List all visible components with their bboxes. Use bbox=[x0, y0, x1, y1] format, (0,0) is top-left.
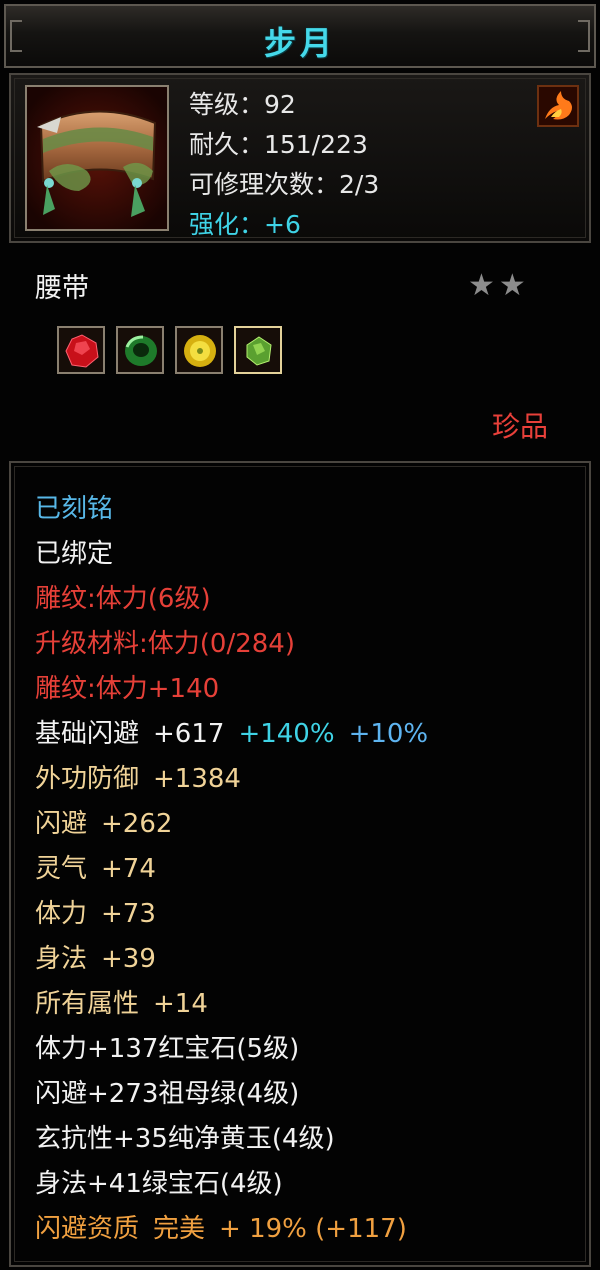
gem-stat-line: 身法+41绿宝石(4级) bbox=[35, 1169, 283, 1199]
base-dodge-line: 基础闪避 +617 +140% +10% bbox=[35, 712, 428, 757]
item-type-label: 腰带 bbox=[35, 273, 89, 304]
item-header-panel: 等级：92 耐久：151/223 可修理次数：2/3 强化：+6 bbox=[9, 73, 591, 243]
attribute-value: +73 bbox=[101, 899, 156, 929]
belt-icon bbox=[25, 85, 169, 231]
star-rating: ★★ bbox=[468, 268, 530, 303]
attribute-label: 体力 bbox=[35, 899, 88, 929]
attribute-value: +39 bbox=[101, 944, 156, 974]
attribute-value: +262 bbox=[101, 809, 173, 839]
attribute-value: +14 bbox=[153, 989, 208, 1019]
aptitude-label: 闪避资质 bbox=[35, 1214, 140, 1244]
header-stats: 等级：92 耐久：151/223 可修理次数：2/3 强化：+6 bbox=[189, 85, 379, 245]
repair-count-stat: 可修理次数：2/3 bbox=[189, 170, 380, 199]
gem-stat-line: 体力+137红宝石(5级) bbox=[35, 1034, 300, 1064]
rarity-label: 珍品 bbox=[492, 410, 549, 443]
carving-upgrade-material: 升级材料:体力(0/284) bbox=[35, 629, 295, 659]
attribute-label: 所有属性 bbox=[35, 989, 140, 1019]
attribute-row: 灵气 +74 bbox=[35, 847, 428, 892]
fire-element-icon bbox=[537, 85, 579, 127]
gem-socket-row bbox=[57, 326, 282, 374]
enhance-stat: 强化：+6 bbox=[189, 210, 301, 239]
item-tooltip: 步月 等级：92 耐久：151/223 可修理次数：2/3 强化：+6 腰带 ★… bbox=[0, 0, 600, 1270]
durability-stat: 耐久：151/223 bbox=[189, 130, 368, 159]
attribute-row: 身法 +39 bbox=[35, 937, 428, 982]
aptitude-value: + 19% (+117) bbox=[219, 1214, 407, 1244]
attribute-value: +1384 bbox=[153, 764, 241, 794]
carving-bonus: 雕纹:体力+140 bbox=[35, 674, 220, 704]
base-dodge-label: 基础闪避 bbox=[35, 719, 140, 749]
bound-status: 已绑定 bbox=[35, 539, 114, 569]
attribute-row: 闪避 +262 bbox=[35, 802, 428, 847]
attribute-label: 灵气 bbox=[35, 854, 88, 884]
aptitude-line: 闪避资质 完美 + 19% (+117) bbox=[35, 1207, 428, 1252]
attribute-label: 闪避 bbox=[35, 809, 88, 839]
level-stat: 等级：92 bbox=[189, 90, 296, 119]
emerald-ring-gem-icon[interactable] bbox=[116, 326, 164, 374]
attribute-value: +74 bbox=[101, 854, 156, 884]
attribute-row: 外功防御 +1384 bbox=[35, 757, 428, 802]
aptitude-quality: 完美 bbox=[153, 1214, 206, 1244]
yellow-jade-gem-icon[interactable] bbox=[175, 326, 223, 374]
attribute-row: 体力 +73 bbox=[35, 892, 428, 937]
attribute-list: 已刻铭 已绑定 雕纹:体力(6级) 升级材料:体力(0/284) 雕纹:体力+1… bbox=[35, 487, 428, 1252]
gem-stat-line: 玄抗性+35纯净黄玉(4级) bbox=[35, 1124, 335, 1154]
ruby-gem-icon[interactable] bbox=[57, 326, 105, 374]
title-bar: 步月 bbox=[4, 4, 596, 68]
carving-level: 雕纹:体力(6级) bbox=[35, 584, 211, 614]
item-name: 步月 bbox=[263, 24, 336, 62]
base-dodge-bonus1: +140% bbox=[238, 719, 335, 749]
base-dodge-bonus2: +10% bbox=[348, 719, 429, 749]
attribute-label: 外功防御 bbox=[35, 764, 140, 794]
attribute-label: 身法 bbox=[35, 944, 88, 974]
gem-stat-line: 闪避+273祖母绿(4级) bbox=[35, 1079, 300, 1109]
attribute-row: 所有属性 +14 bbox=[35, 982, 428, 1027]
green-gem-icon[interactable] bbox=[234, 326, 282, 374]
base-dodge-value: +617 bbox=[153, 719, 225, 749]
engraved-status: 已刻铭 bbox=[35, 494, 114, 524]
